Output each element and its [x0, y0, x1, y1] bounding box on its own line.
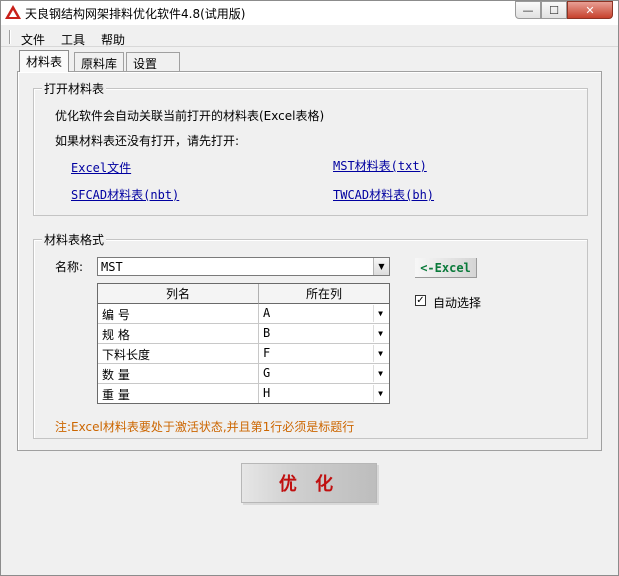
format-name-value: MST [101, 260, 123, 274]
chevron-down-icon[interactable]: ▼ [373, 345, 387, 362]
auto-select-checkbox[interactable]: ✓ [415, 295, 426, 306]
tab-settings[interactable]: 设置 [126, 52, 180, 71]
row-column-select[interactable]: F ▼ [259, 344, 389, 363]
app-window: 天良钢结构网架排料优化软件4.8(试用版) — ☐ ✕ 文件 工具 帮助 材料表… [0, 0, 619, 576]
title-bar: 天良钢结构网架排料优化软件4.8(试用版) — ☐ ✕ [1, 1, 618, 25]
tab-label: 设置 [133, 57, 158, 71]
menu-help[interactable]: 帮助 [101, 31, 125, 48]
app-logo-icon [5, 5, 21, 19]
table-row: 下料长度 F ▼ [98, 344, 389, 364]
checkmark-icon: ✓ [416, 295, 425, 306]
tab-label: 材料表 [26, 55, 63, 69]
link-mst-table[interactable]: MST材料表(txt) [333, 157, 427, 174]
chevron-down-icon[interactable]: ▼ [373, 258, 389, 275]
row-column-select[interactable]: B ▼ [259, 324, 389, 343]
grid-header-column-letter: 所在列 [259, 284, 389, 304]
chevron-down-icon[interactable]: ▼ [373, 325, 387, 342]
menu-file[interactable]: 文件 [21, 31, 45, 48]
table-row: 重 量 H ▼ [98, 384, 389, 404]
info-text-open-first: 如果材料表还没有打开，请先打开: [55, 134, 240, 148]
row-column-value: G [263, 366, 271, 380]
window-title: 天良钢结构网架排料优化软件4.8(试用版) [25, 7, 246, 21]
close-icon: ✕ [585, 3, 595, 17]
menu-grip [9, 30, 11, 44]
chevron-down-icon[interactable]: ▼ [373, 305, 387, 322]
grid-header-column-name: 列名 [98, 284, 259, 304]
row-name-cell: 规 格 [98, 324, 259, 343]
table-row: 数 量 G ▼ [98, 364, 389, 384]
maximize-icon: ☐ [549, 3, 559, 17]
row-column-select[interactable]: H ▼ [259, 384, 389, 403]
from-excel-button[interactable]: <-Excel [415, 258, 477, 278]
row-column-select[interactable]: A ▼ [259, 304, 389, 323]
optimize-button[interactable]: 优 化 [241, 463, 377, 503]
table-row: 规 格 B ▼ [98, 324, 389, 344]
chevron-down-icon[interactable]: ▼ [373, 365, 387, 382]
maximize-button[interactable]: ☐ [541, 1, 567, 19]
minimize-button[interactable]: — [515, 1, 541, 19]
menu-tools[interactable]: 工具 [61, 31, 85, 48]
row-name-cell: 数 量 [98, 364, 259, 383]
tab-material-table[interactable]: 材料表 [19, 50, 70, 72]
format-note: 注:Excel材料表要处于激活状态,并且第1行必须是标题行 [55, 420, 355, 434]
link-sfcad-table[interactable]: SFCAD材料表(nbt) [71, 186, 179, 203]
chevron-down-icon[interactable]: ▼ [373, 385, 387, 402]
group-title: 打开材料表 [42, 80, 107, 97]
menu-bar: 文件 工具 帮助 [1, 27, 618, 47]
table-row: 编 号 A ▼ [98, 304, 389, 324]
tab-raw-material-library[interactable]: 原料库 [74, 52, 125, 71]
row-column-value: F [263, 346, 271, 360]
header-label: 列名 [165, 287, 190, 301]
row-name-cell: 下料长度 [98, 344, 259, 363]
close-button[interactable]: ✕ [567, 1, 613, 19]
format-name-select[interactable]: MST ▼ [97, 257, 390, 276]
row-column-value: H [263, 386, 271, 400]
link-excel-file[interactable]: Excel文件 [71, 159, 131, 176]
link-twcad-table[interactable]: TWCAD材料表(bh) [333, 186, 434, 203]
auto-select-label: 自动选择 [433, 296, 482, 310]
minimize-icon: — [522, 3, 534, 17]
row-column-select[interactable]: G ▼ [259, 364, 389, 383]
group-title: 材料表格式 [42, 231, 107, 248]
header-label: 所在列 [305, 287, 342, 301]
row-name-cell: 重 量 [98, 384, 259, 403]
row-column-value: B [263, 326, 271, 340]
row-name-cell: 编 号 [98, 304, 259, 323]
tab-label: 原料库 [81, 57, 118, 71]
column-mapping-grid: 列名 所在列 编 号 A ▼ 规 格 B ▼ 下料长度 F ▼ 数 量 G ▼ … [97, 283, 390, 404]
info-text-auto-link: 优化软件会自动关联当前打开的材料表(Excel表格) [55, 109, 325, 123]
name-label: 名称: [55, 260, 84, 274]
row-column-value: A [263, 306, 271, 320]
